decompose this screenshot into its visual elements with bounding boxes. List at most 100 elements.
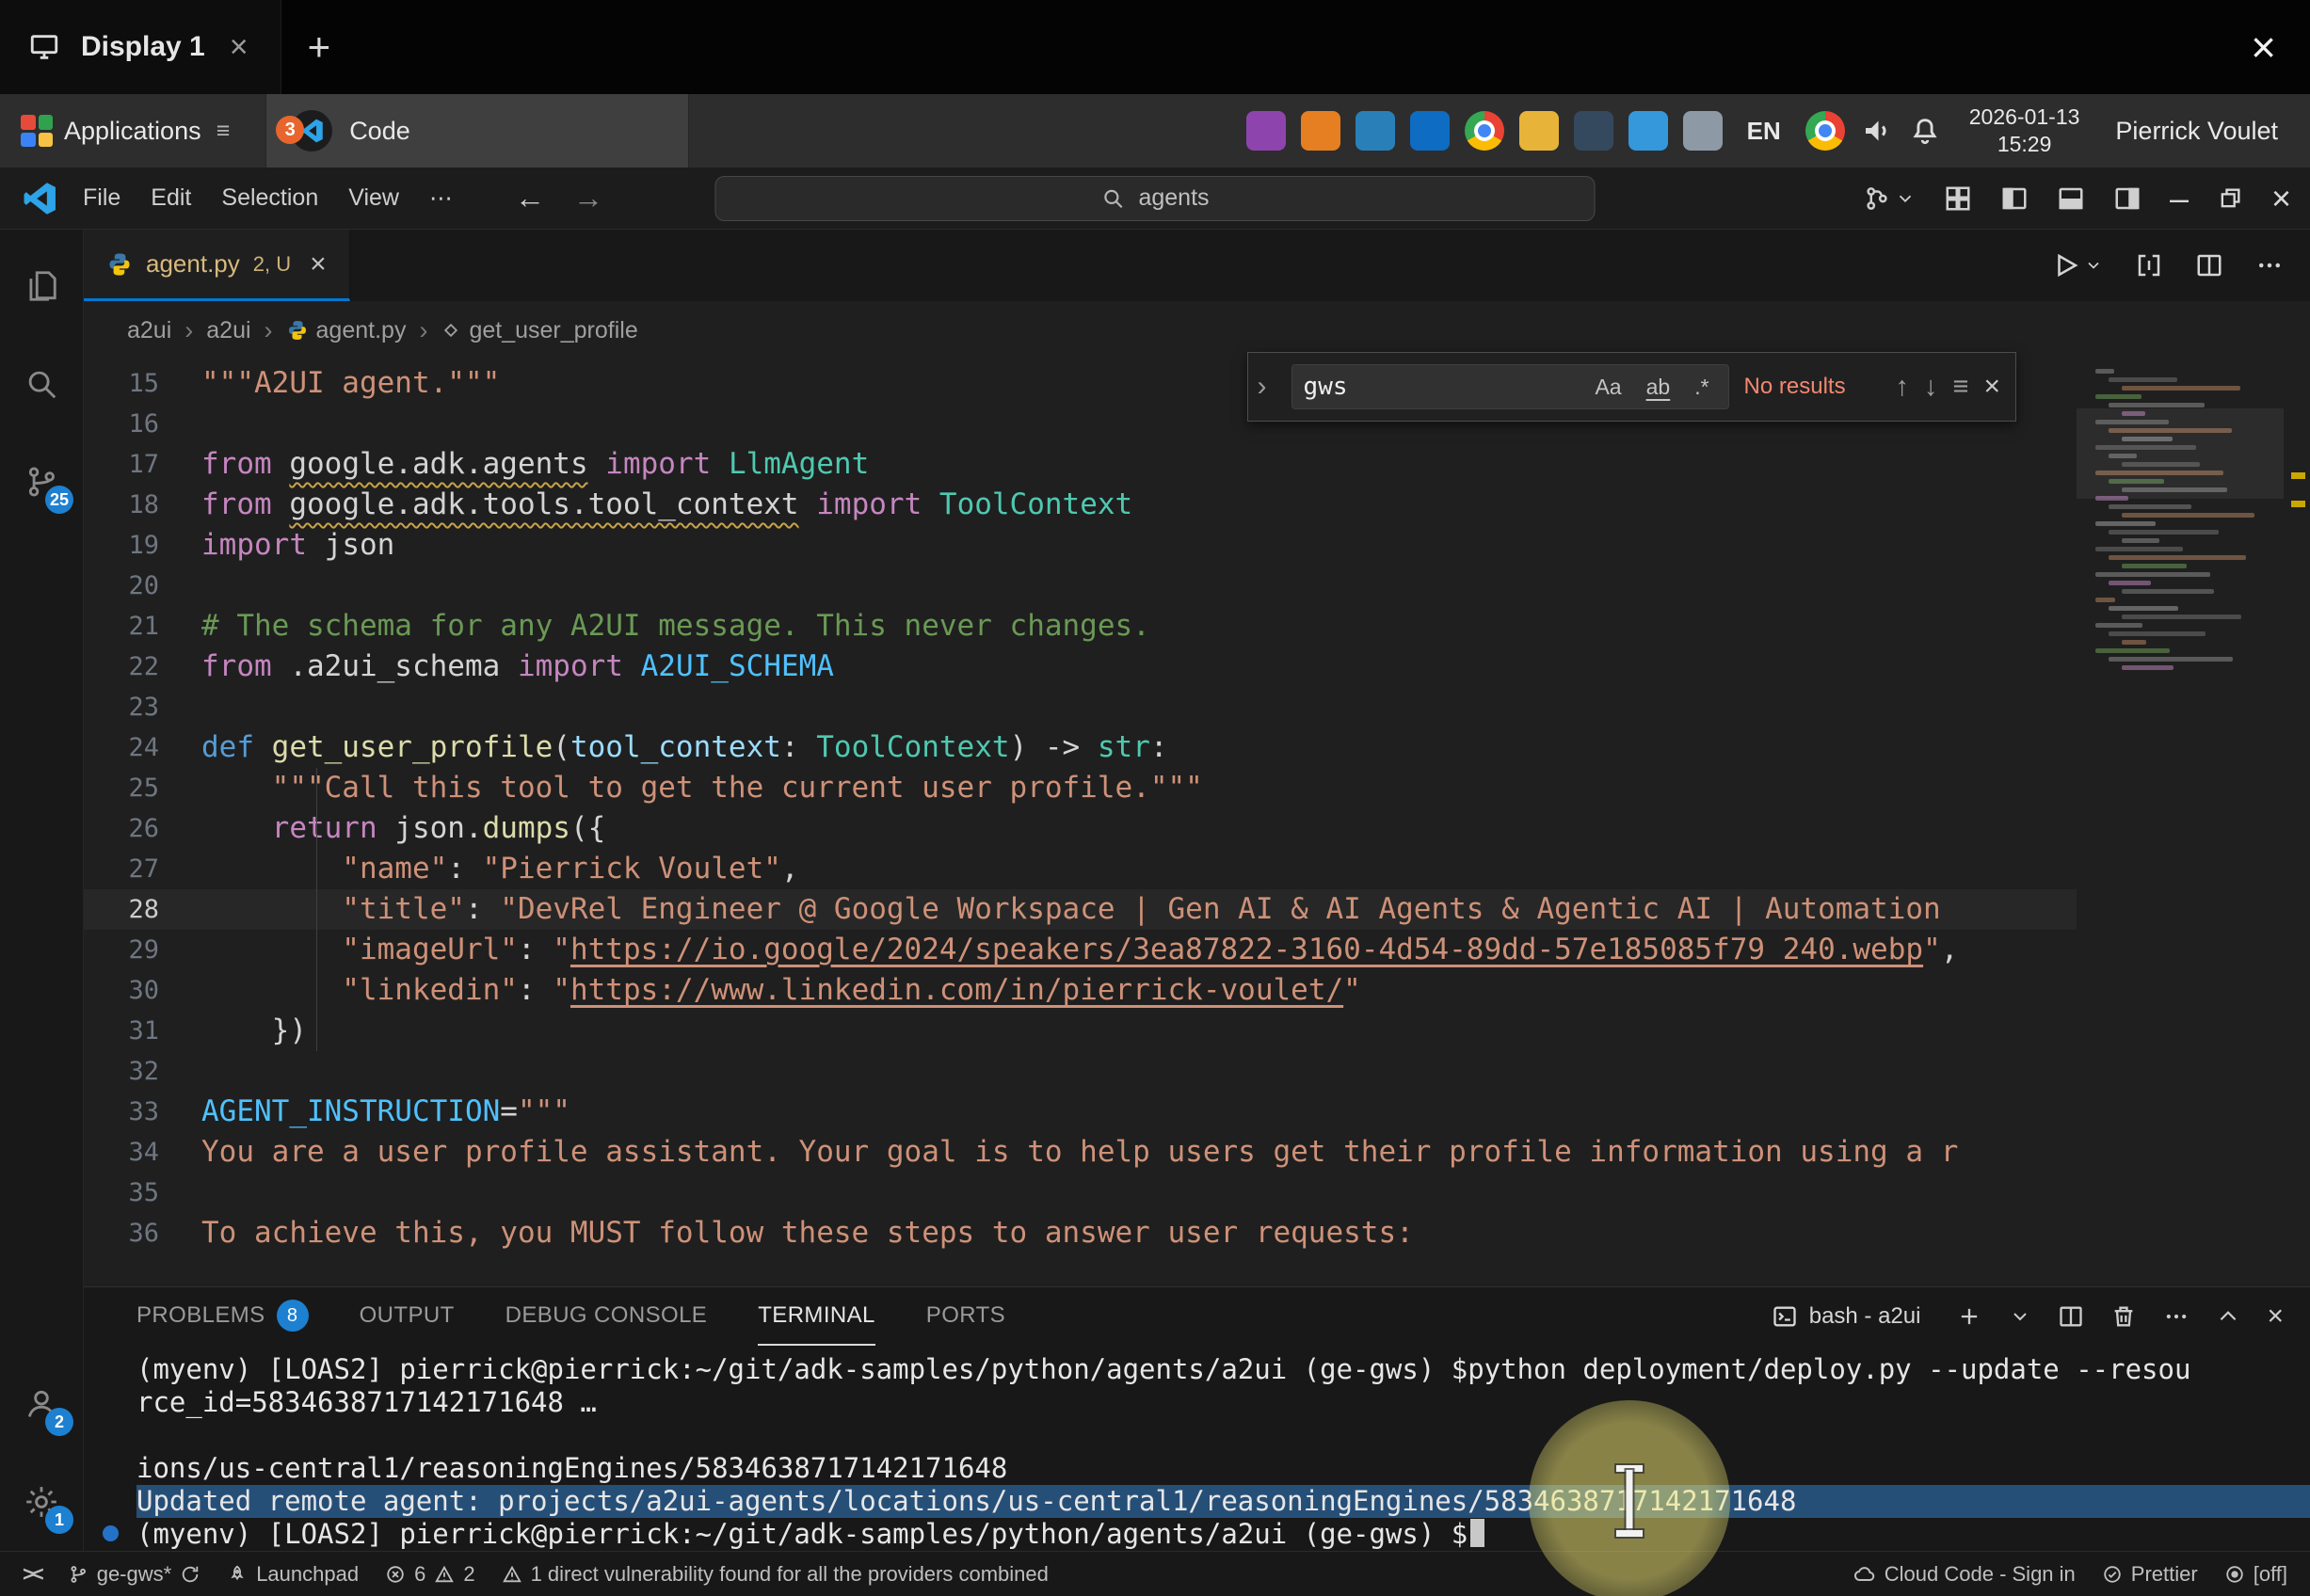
forward-icon[interactable]: → [573,181,603,215]
remote-indicator[interactable]: >< [9,1552,55,1596]
tray-icon-folder[interactable] [1519,111,1559,151]
line-number[interactable]: 16 [84,404,201,444]
cloud-code-signin[interactable]: Cloud Code - Sign in [1840,1552,2089,1596]
code-line[interactable]: 23 [84,687,2077,727]
code-line[interactable]: 34You are a user profile assistant. Your… [84,1132,2077,1173]
previous-match-icon[interactable]: ↑ [1896,372,1910,403]
screencast-status[interactable]: [off] [2211,1552,2301,1596]
panel-tab-output[interactable]: OUTPUT [360,1287,455,1346]
line-number[interactable]: 15 [84,363,201,404]
display-tab[interactable]: Display 1 × [0,0,281,94]
keyboard-layout[interactable]: EN [1747,117,1781,146]
search-view-icon[interactable] [19,361,64,407]
tray-icon-pen[interactable] [1683,111,1723,151]
next-match-icon[interactable]: ↓ [1924,372,1938,403]
terminal-line[interactable] [136,1419,2310,1452]
code-line[interactable]: 24def get_user_profile(tool_context: Too… [84,727,2077,768]
line-number[interactable]: 36 [84,1213,201,1253]
find-input[interactable]: gws Aa ab .* [1291,364,1729,409]
kill-terminal-trash-icon[interactable] [2110,1303,2137,1330]
code-line[interactable]: 28 "title": "DevRel Engineer @ Google Wo… [84,889,2077,930]
tray-icon-vscode[interactable] [1410,111,1450,151]
code-line[interactable]: 32 [84,1051,2077,1092]
terminal-line[interactable]: (myenv) [LOAS2] pierrick@pierrick:~/git/… [136,1518,2310,1551]
code-line[interactable]: 31 }) [84,1011,2077,1051]
line-number[interactable]: 17 [84,444,201,485]
menu-more[interactable]: ⋯ [414,177,468,220]
code-line[interactable]: 30 "linkedin": "https://www.linkedin.com… [84,970,2077,1011]
restore-icon[interactable] [2217,185,2243,212]
taskbar-window-code[interactable]: 3 Code [265,94,689,168]
line-number[interactable]: 29 [84,930,201,970]
code-line[interactable]: 36To achieve this, you MUST follow these… [84,1213,2077,1253]
source-control-icon[interactable]: 25 [19,459,64,504]
code-line[interactable]: 21# The schema for any A2UI message. Thi… [84,606,2077,646]
panel-more-icon[interactable] [2163,1303,2190,1330]
remote-session-button[interactable] [1863,184,1916,213]
code-line[interactable]: 26 return json.dumps({ [84,808,2077,849]
panel-tab-problems[interactable]: PROBLEMS8 [136,1287,309,1346]
close-window-icon[interactable]: × [2271,179,2291,218]
chrome-icon[interactable] [1805,111,1845,151]
bell-icon[interactable] [1909,115,1941,147]
terminal-line-selected[interactable]: Updated remote agent: projects/a2ui-agen… [136,1485,2310,1518]
line-number[interactable]: 32 [84,1051,201,1092]
code-line[interactable]: 25 """Call this tool to get the current … [84,768,2077,808]
whole-word-toggle[interactable]: ab [1639,373,1678,402]
toggle-sidebar-left-icon[interactable] [2000,184,2029,213]
line-number[interactable]: 21 [84,606,201,646]
code-line[interactable]: 19import json [84,525,2077,566]
tray-icon-display[interactable] [1628,111,1668,151]
close-panel-icon[interactable]: × [2267,1301,2284,1333]
more-actions-icon[interactable] [2255,251,2284,279]
terminal-line[interactable]: rce_id=5834638717142171648 … [136,1386,2310,1419]
tray-icon-3[interactable] [1356,111,1395,151]
accounts-icon[interactable]: 2 [19,1381,64,1427]
code-line[interactable]: 33AGENT_INSTRUCTION=""" [84,1092,2077,1132]
code-line[interactable]: 35 [84,1173,2077,1213]
command-center-search[interactable]: agents [715,176,1596,221]
line-number[interactable]: 23 [84,687,201,727]
line-number[interactable]: 31 [84,1011,201,1051]
prettier-status[interactable]: Prettier [2089,1552,2211,1596]
line-number[interactable]: 18 [84,485,201,525]
breadcrumb-item-a2ui-2[interactable]: a2ui [206,317,250,344]
panel-tab-ports[interactable]: PORTS [926,1287,1005,1346]
split-terminal-icon[interactable] [2058,1303,2084,1330]
toggle-sidebar-right-icon[interactable] [2113,184,2142,213]
line-number[interactable]: 35 [84,1173,201,1213]
code-line[interactable]: 18from google.adk.tools.tool_context imp… [84,485,2077,525]
volume-icon[interactable] [1860,114,1894,148]
match-case-toggle[interactable]: Aa [1587,373,1628,402]
line-number[interactable]: 30 [84,970,201,1011]
split-editor-icon[interactable] [2195,251,2223,279]
minimize-icon[interactable]: – [2170,179,2189,218]
toggle-replace-chevron-icon[interactable]: › [1248,353,1276,421]
new-terminal-icon[interactable] [1956,1303,1982,1330]
menu-file[interactable]: File [68,177,136,219]
applications-menu[interactable]: Applications ≡ [11,94,239,168]
customize-layout-icon[interactable] [1944,184,1972,213]
code-pane[interactable]: 15"""A2UI agent."""1617from google.adk.a… [84,359,2077,1286]
terminal-instance[interactable]: bash - a2ui [1772,1303,1921,1330]
line-number[interactable]: 19 [84,525,201,566]
code-line[interactable]: 29 "imageUrl": "https://io.google/2024/s… [84,930,2077,970]
tray-icon-terminal[interactable] [1574,111,1613,151]
line-number[interactable]: 22 [84,646,201,687]
regex-toggle[interactable]: .* [1687,373,1716,402]
editor-scrollbar[interactable] [2284,359,2310,1286]
terminal-output[interactable]: (myenv) [LOAS2] pierrick@pierrick:~/git/… [84,1346,2310,1551]
line-number[interactable]: 24 [84,727,201,768]
toggle-panel-icon[interactable] [2057,184,2085,213]
tab-agent-py[interactable]: agent.py 2, U × [84,230,350,301]
line-number[interactable]: 33 [84,1092,201,1132]
code-line[interactable]: 20 [84,566,2077,606]
find-in-selection-icon[interactable]: ≡ [1953,372,1969,403]
breadcrumb-item-symbol[interactable]: get_user_profile [441,317,637,344]
tray-icon-2[interactable] [1301,111,1340,151]
panel-tab-terminal[interactable]: TERMINAL [758,1287,875,1346]
git-branch-status[interactable]: ge-gws* [55,1552,214,1596]
clock[interactable]: 2026-01-13 15:29 [1969,104,2080,158]
close-viewer-icon[interactable]: × [2251,22,2276,72]
close-find-icon[interactable]: × [1983,371,2000,403]
